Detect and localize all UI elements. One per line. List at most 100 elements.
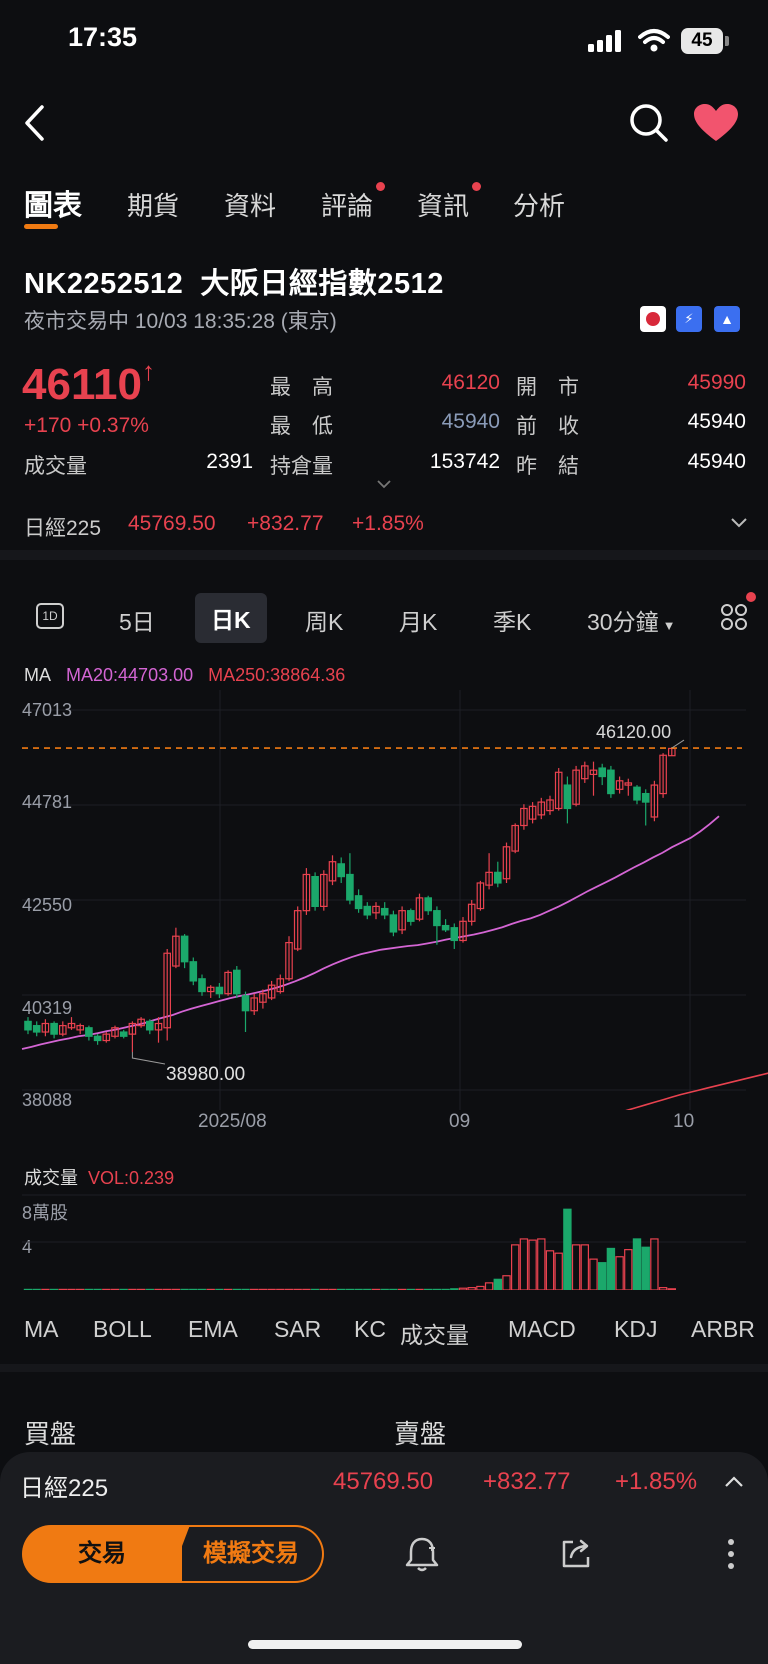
tab-data[interactable]: 資料 xyxy=(224,186,276,223)
volume-bar xyxy=(206,1288,215,1292)
price-alert-bell-icon[interactable] xyxy=(404,1535,440,1573)
tab-chart[interactable]: 圖表 xyxy=(24,182,82,229)
expand-chevron-icon[interactable] xyxy=(376,478,392,490)
volume-bar xyxy=(658,1287,668,1291)
volume-bar xyxy=(450,1288,459,1291)
japan-flag-icon xyxy=(640,306,666,332)
period-30min[interactable]: 30分鐘 ▼ xyxy=(587,603,675,637)
indicator-kdj[interactable]: KDJ xyxy=(614,1316,657,1343)
low-marker-leader xyxy=(131,1052,166,1065)
price-change: +170 +0.37% xyxy=(24,414,149,438)
volume-legend: 成交量 VOL:0.239 xyxy=(24,1164,174,1190)
volume-bar xyxy=(319,1288,329,1292)
stat-value-open: 45990 xyxy=(687,371,746,394)
period-5d[interactable]: 5日 xyxy=(119,603,155,637)
volume-bar xyxy=(432,1288,442,1292)
period-monthly[interactable]: 月K xyxy=(399,603,437,637)
period-daily[interactable]: 日K xyxy=(195,593,267,643)
tab-news[interactable]: 資訊 xyxy=(417,182,482,223)
volume-bar xyxy=(624,1249,633,1291)
volume-bar xyxy=(458,1287,468,1291)
indicator-ema[interactable]: EMA xyxy=(188,1316,238,1343)
candle-body xyxy=(633,786,641,801)
ma-legend: MA MA20:44703.00 MA250:38864.36 xyxy=(24,665,345,686)
volume-bar xyxy=(302,1288,311,1292)
volume-bar xyxy=(180,1288,189,1292)
volume-svg xyxy=(22,1194,746,1292)
candle-body xyxy=(363,905,372,916)
volume-bar xyxy=(258,1288,268,1292)
candle-body xyxy=(146,1020,154,1031)
index-row[interactable]: 日經225 45769.50 +832.77 +1.85% xyxy=(0,500,768,546)
volume-bar xyxy=(528,1239,537,1291)
grid-layout-icon[interactable] xyxy=(720,603,748,631)
interval-1d-icon[interactable]: 1D xyxy=(36,603,64,629)
indicator-sar[interactable]: SAR xyxy=(274,1316,321,1343)
volume-bar xyxy=(145,1288,154,1292)
ma20-line xyxy=(21,815,720,1050)
volume-bar xyxy=(606,1247,616,1291)
chevron-up-icon[interactable] xyxy=(723,1474,745,1490)
candle-body xyxy=(389,914,398,933)
volume-bar xyxy=(41,1288,50,1292)
volume-bar xyxy=(476,1285,485,1291)
volume-bar xyxy=(276,1288,285,1292)
candle-body xyxy=(198,978,206,993)
level2-icon: ⚡ xyxy=(676,306,702,332)
indicator-volume[interactable]: 成交量 xyxy=(400,1316,469,1350)
indicator-boll[interactable]: BOLL xyxy=(93,1316,152,1343)
bottom-index-value: 45769.50 xyxy=(333,1468,434,1495)
candle-body xyxy=(441,924,450,931)
volume-bar xyxy=(75,1288,85,1292)
period-weekly[interactable]: 周K xyxy=(305,603,343,637)
bottom-index-row[interactable]: 日經225 45769.50 +832.77 +1.85% xyxy=(0,1452,768,1512)
stat-label-high: 最 高 xyxy=(270,376,333,399)
trade-button[interactable]: 交易 xyxy=(22,1525,182,1583)
volume-bar xyxy=(371,1288,381,1292)
volume-bar xyxy=(354,1288,363,1292)
status-bar: 17:35 45 xyxy=(0,0,768,84)
battery-icon: 45 xyxy=(681,28,723,54)
period-quarterly[interactable]: 季K xyxy=(493,603,531,637)
share-icon[interactable] xyxy=(559,1537,593,1571)
tab-label: 資訊 xyxy=(417,191,470,221)
volume-bar xyxy=(171,1288,181,1292)
indicator-kc[interactable]: KC xyxy=(354,1316,386,1343)
volume-bar xyxy=(128,1288,137,1292)
candle-body xyxy=(337,863,346,878)
candlestick-chart[interactable] xyxy=(0,690,768,1116)
more-options-icon[interactable] xyxy=(726,1537,736,1571)
section-divider xyxy=(0,1364,768,1372)
volume-bar xyxy=(49,1288,59,1292)
tab-futures[interactable]: 期貨 xyxy=(127,186,179,223)
ma-label: MA xyxy=(24,665,51,685)
stat-label-open-interest: 持倉量 xyxy=(270,455,333,478)
candle-body xyxy=(380,907,389,916)
instrument-code: NK2252512 xyxy=(24,268,184,300)
volume-bar xyxy=(580,1244,590,1291)
tab-comments[interactable]: 評論 xyxy=(321,182,386,223)
sim-trade-button[interactable]: 模擬交易 xyxy=(166,1525,324,1583)
volume-bar xyxy=(241,1288,250,1292)
chevron-down-icon[interactable] xyxy=(730,516,748,530)
back-icon[interactable] xyxy=(22,103,48,143)
y-tick: 38088 xyxy=(22,1090,73,1110)
indicator-ma[interactable]: MA xyxy=(24,1316,59,1343)
volume-bar xyxy=(615,1256,624,1291)
stat-value-prev-close: 45940 xyxy=(687,410,746,433)
instrument-name: 大阪日經指數2512 xyxy=(200,268,444,300)
volume-bar xyxy=(467,1287,476,1291)
caret-down-icon: ▼ xyxy=(662,618,676,633)
section-divider xyxy=(0,550,768,560)
favorite-heart-icon[interactable] xyxy=(693,103,739,143)
battery-tip xyxy=(725,36,729,46)
volume-bar xyxy=(345,1288,355,1292)
tab-analysis[interactable]: 分析 xyxy=(513,186,565,223)
volume-bar xyxy=(136,1288,146,1292)
volume-bar xyxy=(641,1246,650,1291)
indicator-macd[interactable]: MACD xyxy=(508,1316,576,1343)
indicator-arbr[interactable]: ARBR xyxy=(691,1316,755,1343)
search-icon[interactable] xyxy=(628,102,670,144)
volume-bar xyxy=(110,1288,120,1292)
ma20-label: MA20:44703.00 xyxy=(66,665,194,685)
